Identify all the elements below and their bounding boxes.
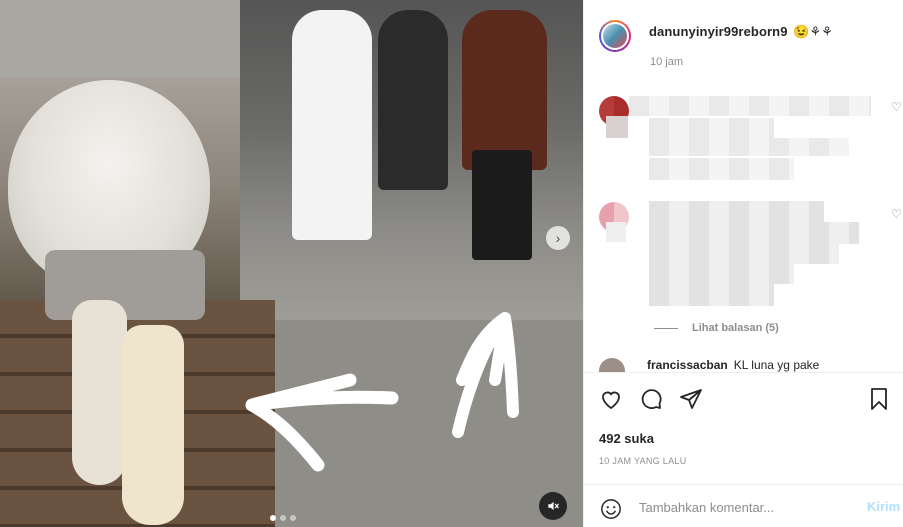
post-side-panel: danunyinyir99reborn9 😉⚘⚘ 10 jam ♡ ♡ Liha…: [583, 0, 903, 527]
comment-blurred: [649, 158, 794, 180]
comment-blurred: [649, 201, 824, 223]
comment-blurred: [649, 118, 774, 138]
bookmark-icon[interactable]: [867, 387, 891, 411]
comment-blurred: [629, 96, 871, 116]
post-timestamp[interactable]: 10 JAM YANG LALU: [599, 456, 687, 466]
comment-input[interactable]: [639, 497, 854, 517]
comment-blurred: [649, 264, 794, 284]
chevron-right-icon: ›: [555, 230, 561, 246]
mute-icon: [548, 501, 559, 511]
mute-button[interactable]: [539, 492, 567, 520]
share-icon[interactable]: [679, 387, 703, 411]
view-replies[interactable]: Lihat balasan (5): [654, 322, 779, 334]
carousel-next-button[interactable]: ›: [546, 226, 570, 250]
carousel-dot[interactable]: [280, 515, 286, 521]
author-username[interactable]: danunyinyir99reborn9: [649, 24, 788, 39]
view-replies-label: Lihat balasan (5): [692, 322, 779, 334]
comment-blurred: [649, 244, 839, 264]
replies-divider: [654, 327, 678, 329]
action-icons: [599, 387, 894, 415]
likes-count[interactable]: 492 suka: [599, 431, 654, 446]
comment-text: KL luna yg pake: [733, 358, 820, 372]
post-dialog: › danunyinyir99reborn9 😉⚘⚘ 10 jam ♡ ♡ Li…: [0, 0, 903, 527]
comment-icon[interactable]: [639, 387, 663, 411]
carousel-dots: [270, 515, 296, 521]
comment-avatar-blur: [606, 116, 628, 138]
comment-blurred: [649, 222, 859, 244]
arrow-up-stroke: [452, 312, 519, 438]
comment-composer: Kirim: [584, 484, 903, 527]
emoji-icon[interactable]: [600, 498, 622, 520]
author-username-emoji: 😉⚘⚘: [793, 24, 834, 39]
comment-row: francissacban KL luna yg pake: [599, 358, 889, 372]
post-actions: 492 suka 10 JAM YANG LALU Kirim: [584, 372, 903, 527]
comment-like-icon[interactable]: ♡: [891, 100, 902, 114]
comment-username[interactable]: francissacban: [647, 358, 728, 372]
comment-blurred: [649, 138, 849, 156]
comment-avatar[interactable]: [599, 358, 625, 372]
author-avatar[interactable]: [599, 20, 631, 52]
drawn-arrows: [245, 312, 519, 472]
author-username-row: danunyinyir99reborn9 😉⚘⚘: [649, 24, 833, 40]
post-media[interactable]: ›: [0, 0, 583, 527]
heart-icon[interactable]: [599, 387, 623, 411]
comment-avatar-blur: [606, 222, 626, 242]
post-time[interactable]: 10 jam: [650, 56, 683, 68]
comment-like-icon[interactable]: ♡: [891, 207, 902, 221]
carousel-dot[interactable]: [270, 515, 276, 521]
comment-blurred: [649, 284, 774, 306]
post-comment-button[interactable]: Kirim: [867, 499, 900, 514]
carousel-dot[interactable]: [290, 515, 296, 521]
post-header: danunyinyir99reborn9 😉⚘⚘ 10 jam: [584, 0, 903, 90]
arrow-left-stroke: [245, 373, 399, 472]
